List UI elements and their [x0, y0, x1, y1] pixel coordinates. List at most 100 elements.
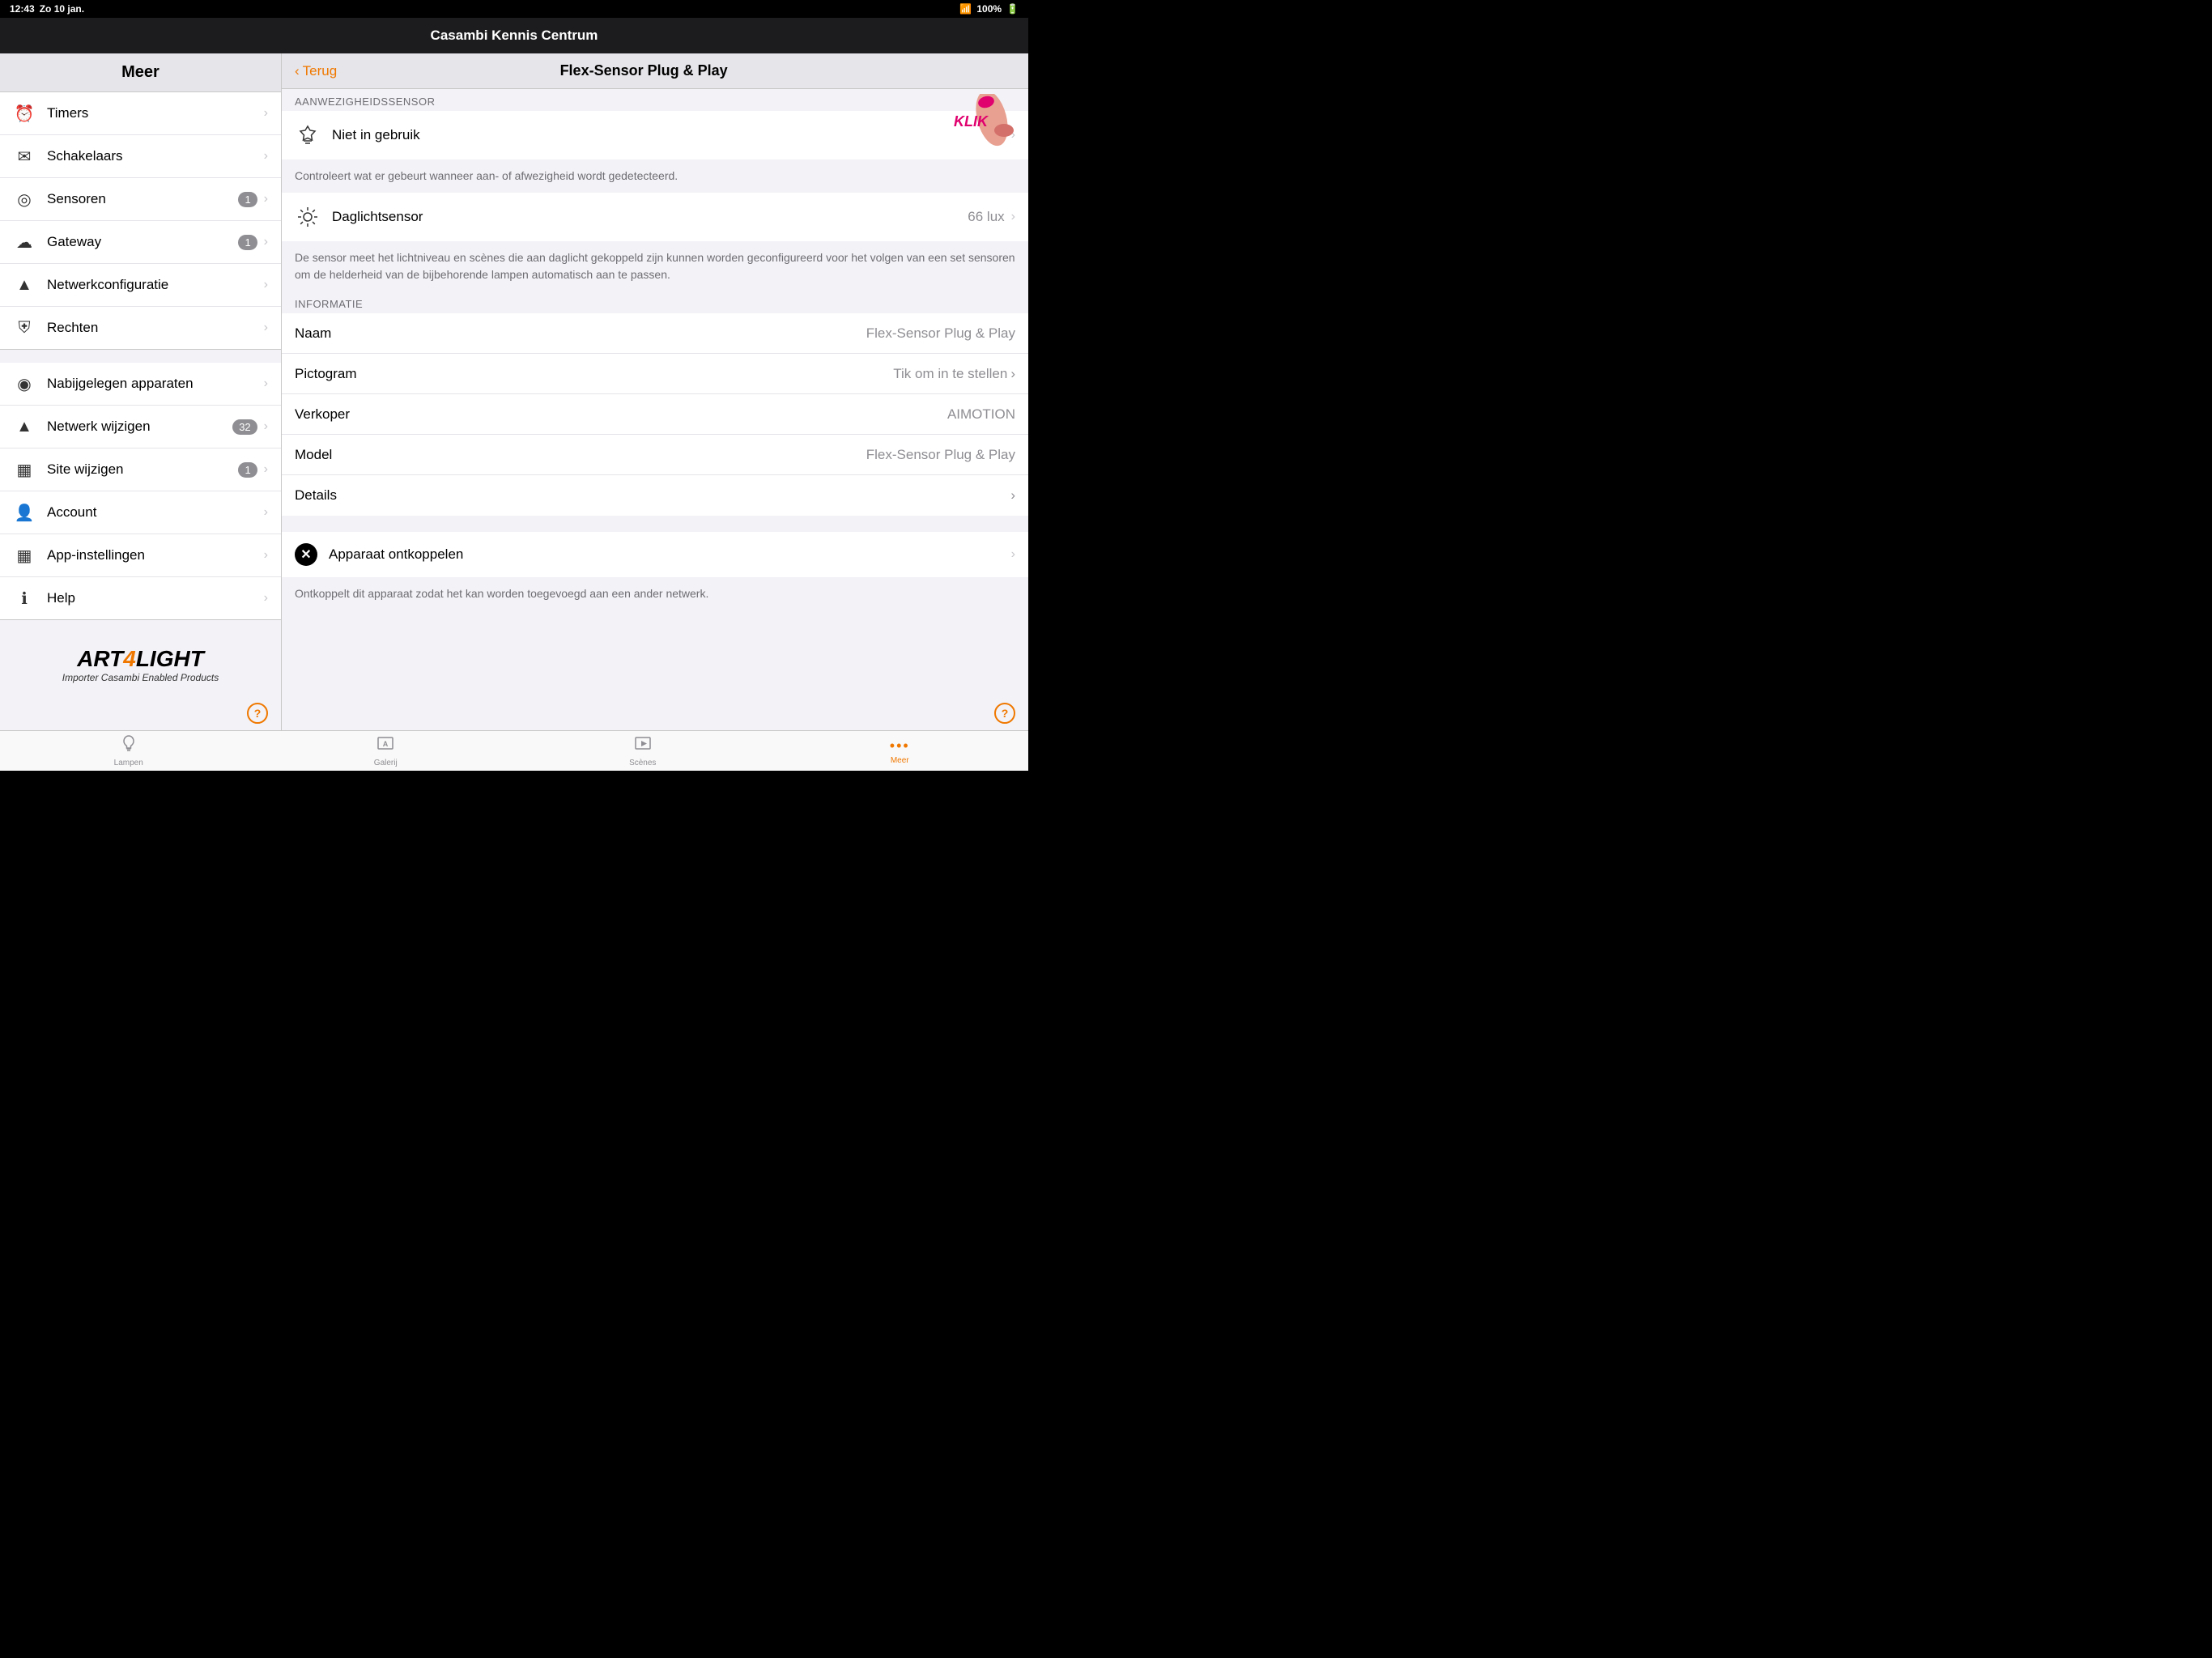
chevron-icon: › [264, 419, 268, 434]
niet-in-gebruik-row[interactable]: Niet in gebruik › [282, 111, 1028, 159]
disconnect-card: ✕ Apparaat ontkoppelen › [282, 532, 1028, 577]
pictogram-label: Pictogram [295, 366, 408, 382]
sidebar-item-account[interactable]: 👤 Account › [0, 491, 281, 534]
help-circle-button[interactable]: ? [247, 703, 268, 724]
schakelaars-icon: ✉ [13, 145, 36, 168]
tab-lampen-label: Lampen [114, 759, 143, 767]
sidebar-item-help[interactable]: ℹ Help › [0, 577, 281, 619]
status-bar-right: 📶 100% 🔋 [959, 3, 1019, 15]
wifi-icon: 📶 [959, 3, 972, 15]
sidebar-item-rechten[interactable]: ⛨ Rechten › [0, 307, 281, 349]
verkoper-label: Verkoper [295, 406, 408, 423]
disconnect-icon: ✕ [295, 543, 317, 566]
gateway-badge: 1 [238, 235, 257, 250]
sidebar: Meer ⏰ Timers › ✉ Schakelaars › ◎ Sensor… [0, 53, 282, 730]
sidebar-help-area: ? [0, 696, 281, 730]
tab-scenes-label: Scènes [629, 759, 656, 767]
disconnect-description: Ontkoppelt dit apparaat zodat het kan wo… [282, 577, 1028, 610]
sidebar-item-app-instellingen[interactable]: ▦ App-instellingen › [0, 534, 281, 577]
sidebar-label-app-instellingen: App-instellingen [47, 547, 264, 563]
informatie-label: INFORMATIE [282, 291, 1028, 313]
pictogram-chevron: › [1010, 366, 1015, 382]
sidebar-logo: ART4LIGHT Importer Casambi Enabled Produ… [0, 633, 281, 696]
app-title: Casambi Kennis Centrum [431, 28, 598, 44]
right-panel-header: ‹ Terug Flex-Sensor Plug & Play [282, 53, 1028, 89]
right-help-button[interactable]: ? [994, 703, 1015, 724]
sidebar-label-netwerkconfiguratie: Netwerkconfiguratie [47, 277, 264, 293]
battery-label: 100% [976, 3, 1002, 15]
sidebar-item-site-wijzigen[interactable]: ▦ Site wijzigen 1 › [0, 449, 281, 491]
daglichtsensor-label: Daglichtsensor [332, 209, 968, 225]
sensoren-badge: 1 [238, 192, 257, 207]
meer-icon: ••• [890, 738, 910, 755]
details-row[interactable]: Details › [282, 475, 1028, 516]
svg-text:A: A [383, 740, 389, 748]
sidebar-label-help: Help [47, 590, 264, 606]
status-day: Zo 10 jan. [40, 3, 84, 15]
model-label: Model [295, 447, 408, 463]
account-icon: 👤 [13, 501, 36, 524]
naam-label: Naam [295, 325, 408, 342]
pictogram-row[interactable]: Pictogram Tik om in te stellen › [282, 354, 1028, 394]
sidebar-label-netwerk-wijzigen: Netwerk wijzigen [47, 419, 232, 435]
sidebar-section-2: ◉ Nabijgelegen apparaten › ▲ Netwerk wij… [0, 363, 281, 620]
sidebar-item-netwerk-wijzigen[interactable]: ▲ Netwerk wijzigen 32 › [0, 406, 281, 449]
daglichtsensor-card: Daglichtsensor 66 lux › [282, 193, 1028, 241]
sidebar-label-gateway: Gateway [47, 234, 238, 250]
tab-lampen[interactable]: Lampen [0, 731, 257, 771]
sidebar-label-schakelaars: Schakelaars [47, 148, 264, 164]
back-chevron-icon: ‹ [295, 63, 300, 79]
disconnect-row[interactable]: ✕ Apparaat ontkoppelen › [282, 532, 1028, 577]
sidebar-item-timers[interactable]: ⏰ Timers › [0, 92, 281, 135]
informatie-card: Naam Flex-Sensor Plug & Play Pictogram T… [282, 313, 1028, 516]
status-bar-left: 12:43 Zo 10 jan. [10, 3, 84, 15]
sidebar-item-netwerkconfiguratie[interactable]: ▲ Netwerkconfiguratie › [0, 264, 281, 307]
chevron-icon: › [264, 192, 268, 206]
help-icon: ℹ [13, 587, 36, 610]
daglichtsensor-icon [295, 204, 321, 230]
tab-galerij[interactable]: A Galerij [257, 731, 515, 771]
main-layout: Meer ⏰ Timers › ✉ Schakelaars › ◎ Sensor… [0, 53, 1028, 730]
site-wijzigen-icon: ▦ [13, 458, 36, 481]
back-button[interactable]: ‹ Terug [295, 63, 337, 79]
chevron-icon: › [264, 235, 268, 249]
sidebar-separator-2 [0, 620, 281, 633]
sidebar-section-1: ⏰ Timers › ✉ Schakelaars › ◎ Sensoren 1 … [0, 92, 281, 350]
sidebar-item-nabijgelegen[interactable]: ◉ Nabijgelegen apparaten › [0, 363, 281, 406]
chevron-icon: › [264, 149, 268, 164]
right-panel: ‹ Terug Flex-Sensor Plug & Play AANWEZIG… [282, 53, 1028, 730]
pictogram-value: Tik om in te stellen › [408, 366, 1015, 382]
sidebar-item-gateway[interactable]: ☁ Gateway 1 › [0, 221, 281, 264]
chevron-icon: › [264, 505, 268, 520]
sidebar-item-schakelaars[interactable]: ✉ Schakelaars › [0, 135, 281, 178]
sidebar-label-nabijgelegen: Nabijgelegen apparaten [47, 376, 264, 392]
model-row: Model Flex-Sensor Plug & Play [282, 435, 1028, 475]
logo-text: ART4LIGHT [13, 646, 268, 672]
details-label: Details [295, 487, 408, 504]
sidebar-label-account: Account [47, 504, 264, 521]
timer-icon: ⏰ [13, 102, 36, 125]
sidebar-label-timers: Timers [47, 105, 264, 121]
chevron-icon: › [264, 321, 268, 335]
netwerk-wijzigen-icon: ▲ [13, 415, 36, 438]
chevron-icon: › [1011, 128, 1015, 142]
galerij-icon: A [376, 734, 394, 757]
chevron-icon: › [264, 376, 268, 391]
model-value: Flex-Sensor Plug & Play [408, 447, 1015, 463]
right-panel-title: Flex-Sensor Plug & Play [337, 62, 951, 79]
tab-galerij-label: Galerij [374, 759, 398, 767]
sidebar-label-rechten: Rechten [47, 320, 264, 336]
nabijgelegen-icon: ◉ [13, 372, 36, 395]
right-help-circle[interactable]: ? [994, 703, 1015, 724]
sidebar-label-sensoren: Sensoren [47, 191, 238, 207]
daglichtsensor-row[interactable]: Daglichtsensor 66 lux › [282, 193, 1028, 241]
chevron-icon: › [264, 591, 268, 606]
tab-scenes[interactable]: Scènes [514, 731, 772, 771]
tab-meer[interactable]: ••• Meer [772, 731, 1029, 771]
status-bar: 12:43 Zo 10 jan. 📶 100% 🔋 [0, 0, 1028, 18]
sidebar-item-sensoren[interactable]: ◎ Sensoren 1 › [0, 178, 281, 221]
gateway-icon: ☁ [13, 231, 36, 253]
app-instellingen-icon: ▦ [13, 544, 36, 567]
logo-subtitle: Importer Casambi Enabled Products [13, 672, 268, 683]
chevron-icon: › [264, 548, 268, 563]
